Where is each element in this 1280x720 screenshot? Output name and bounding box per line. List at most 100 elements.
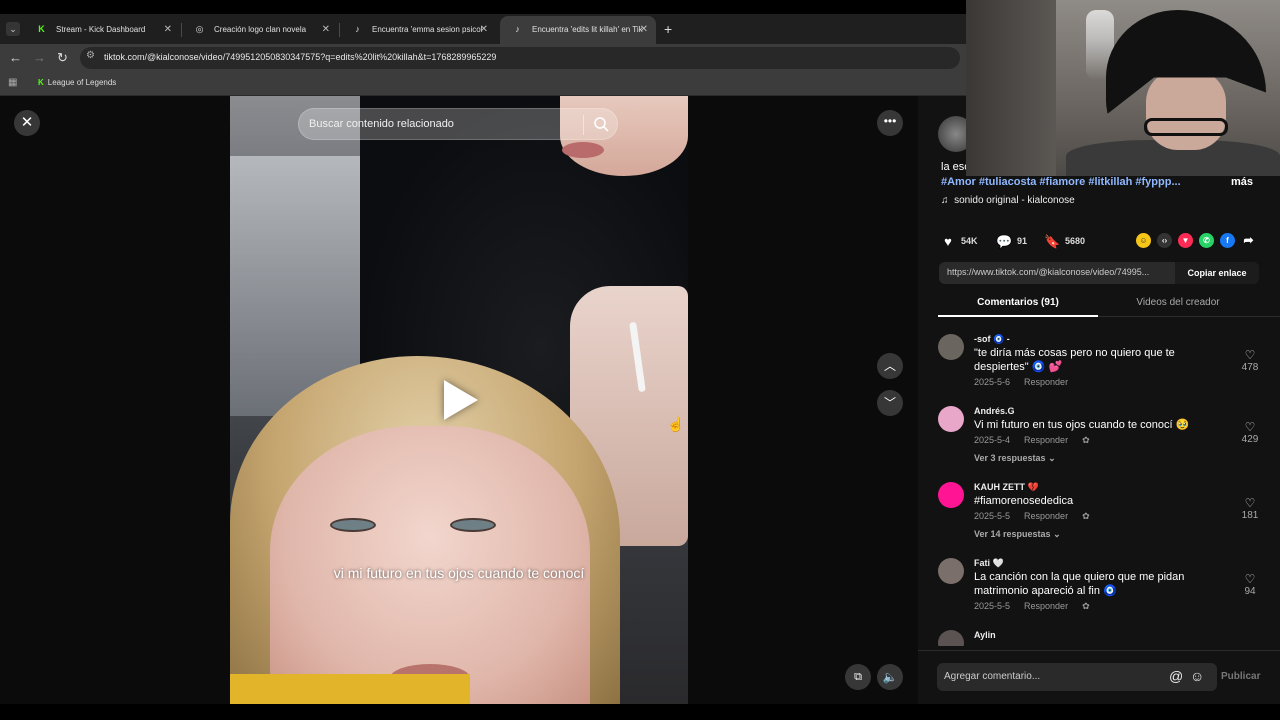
comment-meta: 2025-5-5 Responder ✿ <box>974 511 1104 522</box>
reply-button[interactable]: Responder <box>1024 435 1068 445</box>
view-replies-button[interactable]: Ver 3 respuestas ⌄ <box>974 453 1056 464</box>
avatar[interactable] <box>938 406 964 432</box>
comment-like-button[interactable]: ♡ 94 <box>1234 572 1266 597</box>
like-button[interactable]: ♥ 54K <box>940 232 978 250</box>
avatar[interactable] <box>938 558 964 584</box>
more-link[interactable]: más <box>1231 176 1253 188</box>
comment-like-button[interactable]: ♡ 181 <box>1234 496 1266 521</box>
tiktok-favicon-icon: ♪ <box>355 24 360 34</box>
close-tab-icon[interactable]: ✕ <box>480 16 488 44</box>
tab-search-dropdown-icon[interactable]: ⌄ <box>6 22 20 36</box>
tab-tiktok-emma[interactable]: ♪ Encuentra 'emma sesion psicol ✕ <box>340 16 496 44</box>
avatar[interactable] <box>938 630 964 646</box>
comment-composer: Agregar comentario... @ ☺ Publicar <box>918 650 1280 704</box>
tab-label: Encuentra 'edits lit killah' en Tik <box>532 25 643 34</box>
like-count: 54K <box>961 236 978 246</box>
comment-like-button[interactable]: ♡ 429 <box>1234 420 1266 445</box>
reload-icon[interactable]: ↻ <box>57 49 68 67</box>
video-man-lips <box>562 142 604 158</box>
volume-icon[interactable]: 🔈 <box>877 664 903 690</box>
sound-link[interactable]: ♫ sonido original - kialconose <box>941 195 1075 206</box>
tab-creator-videos[interactable]: Videos del creador <box>1098 297 1258 308</box>
webcam-person-face <box>1146 70 1226 150</box>
comment-username[interactable]: -sof 🧿 - <box>974 334 1010 345</box>
share-arrow-icon[interactable]: ➦ <box>1241 233 1256 248</box>
tab-tiktok-edits-active[interactable]: ♪ Encuentra 'edits lit killah' en Tik ✕ <box>500 16 656 44</box>
close-tab-icon[interactable]: ✕ <box>322 16 330 44</box>
apps-grid-icon[interactable]: ▦ <box>8 77 17 88</box>
comment-placeholder: Agregar comentario... <box>944 671 1041 682</box>
tab-label: Stream - Kick Dashboard <box>56 25 146 34</box>
bookmarks-bar: ▦ K League of Legends <box>0 72 966 96</box>
avatar[interactable] <box>938 334 964 360</box>
previous-video-icon[interactable]: ︿ <box>877 353 903 379</box>
tab-kick-dashboard[interactable]: K Stream - Kick Dashboard ✕ <box>24 16 180 44</box>
comment-tabs: Comentarios (91) Videos del creador <box>938 293 1280 317</box>
close-tab-icon[interactable]: ✕ <box>164 16 172 44</box>
reply-button[interactable]: Responder <box>1024 377 1068 387</box>
comment-button[interactable]: 💬 91 <box>996 232 1027 250</box>
view-replies-label: Ver 14 respuestas <box>974 529 1051 539</box>
video-eye <box>330 518 376 532</box>
more-options-icon[interactable]: ••• <box>877 110 903 136</box>
comment-username[interactable]: Fati 🤍 <box>974 558 1004 569</box>
tab-comments[interactable]: Comentarios (91) <box>938 297 1098 308</box>
tab-logo-clan[interactable]: ◎ Creación logo clan novela ✕ <box>182 16 338 44</box>
facebook-icon[interactable]: f <box>1220 233 1235 248</box>
link-box: https://www.tiktok.com/@kialconose/video… <box>939 262 1259 284</box>
search-icon[interactable] <box>591 114 611 134</box>
webcam-glasses <box>1144 118 1228 136</box>
address-bar[interactable]: ⚙ tiktok.com/@kialconose/video/749951205… <box>80 47 960 69</box>
avatar[interactable] <box>938 482 964 508</box>
next-video-icon[interactable]: ﹀ <box>877 390 903 416</box>
heart-outline-icon: ♡ <box>1244 496 1256 510</box>
mention-icon[interactable]: @ <box>1169 668 1183 684</box>
floating-player-icon[interactable]: ⧉ <box>845 664 871 690</box>
play-icon[interactable] <box>444 380 478 420</box>
publish-button[interactable]: Publicar <box>1221 671 1260 682</box>
site-info-icon[interactable]: ⚙ <box>86 50 95 61</box>
comment-count: 91 <box>1017 236 1028 246</box>
back-arrow-icon[interactable]: ← <box>9 49 22 67</box>
comment-like-button[interactable]: ♡ 478 <box>1234 348 1266 373</box>
comment-item: KAUH ZETT 💔 #fiamorenosededica 2025-5-5 R… <box>938 482 1268 554</box>
comment-like-count: 429 <box>1241 434 1259 445</box>
related-search-input[interactable]: Buscar contenido relacionado <box>298 108 618 140</box>
reply-button[interactable]: Responder <box>1024 511 1068 521</box>
music-note-icon: ♫ <box>941 195 949 206</box>
whatsapp-icon[interactable]: ✆ <box>1199 233 1214 248</box>
comment-username[interactable]: Andrés.G <box>974 406 1015 416</box>
bookmark-league-of-legends[interactable]: K League of Legends <box>38 78 116 87</box>
comment-username[interactable]: KAUH ZETT 💔 <box>974 482 1039 493</box>
close-icon[interactable]: ✕ <box>14 110 40 136</box>
video-link-text[interactable]: https://www.tiktok.com/@kialconose/video… <box>947 267 1175 277</box>
post-hashtags[interactable]: #Amor #tuliacosta #fiamore #litkillah #f… <box>941 176 1181 188</box>
comment-input[interactable]: Agregar comentario... @ ☺ <box>937 663 1217 691</box>
comment-date: 2025-5-4 <box>974 435 1011 445</box>
comment-username[interactable]: Aylin <box>974 630 996 640</box>
embed-code-icon[interactable]: ‹› <box>1157 233 1172 248</box>
copy-link-button[interactable]: Copiar enlace <box>1175 262 1259 284</box>
comment-date: 2025-5-6 <box>974 377 1011 387</box>
comment-like-count: 478 <box>1241 362 1259 373</box>
comment-text: La canción con la que quiero que me pida… <box>974 571 1185 597</box>
comment-item: Aylin <box>938 630 1268 646</box>
chatgpt-favicon-icon: ◎ <box>195 24 204 34</box>
webcam-wall <box>966 0 1056 176</box>
bookmark-icon: 🔖 <box>1044 233 1061 249</box>
emoji-icon[interactable]: ☺ <box>1190 668 1204 684</box>
search-divider <box>583 115 584 135</box>
save-button[interactable]: 🔖 5680 <box>1044 232 1085 250</box>
video-player[interactable]: Buscar contenido relacionado vi mi futur… <box>230 96 688 704</box>
share-friends-icon[interactable]: ☺ <box>1136 233 1151 248</box>
view-replies-button[interactable]: Ver 14 respuestas ⌄ <box>974 529 1061 540</box>
send-icon[interactable]: ▼ <box>1178 233 1193 248</box>
forward-arrow-icon[interactable]: → <box>33 49 46 67</box>
reply-button[interactable]: Responder <box>1024 601 1068 611</box>
creator-liked-icon: ✿ <box>1082 601 1090 611</box>
new-tab-button[interactable]: + <box>664 14 678 44</box>
close-tab-icon[interactable]: ✕ <box>640 16 648 44</box>
webcam-overlay <box>966 0 1280 176</box>
comment-text: "te diría más cosas pero no quiero que t… <box>974 347 1175 373</box>
tiktok-favicon-icon: ♪ <box>515 24 520 34</box>
